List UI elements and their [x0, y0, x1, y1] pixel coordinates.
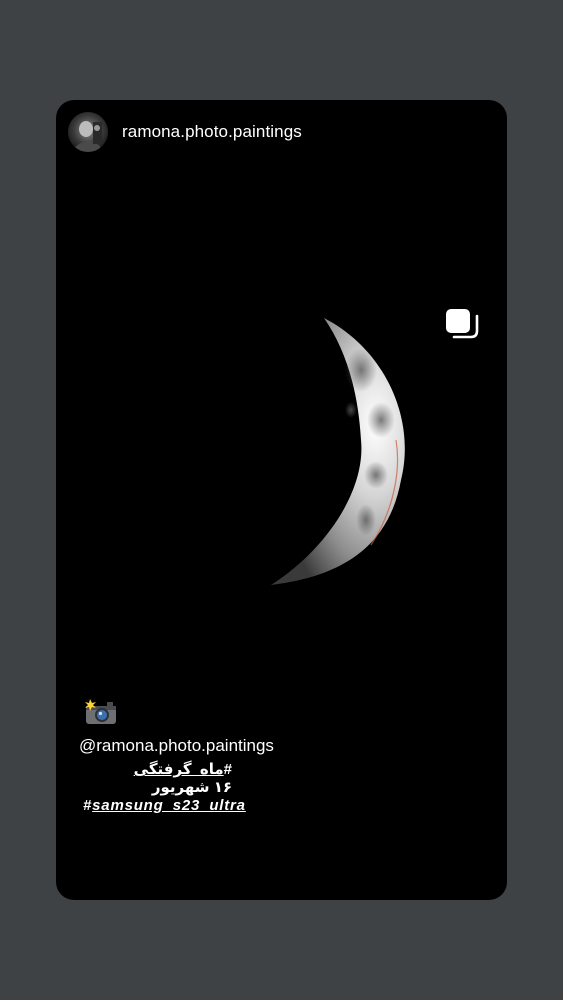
hashtag-fa-text: ماه_گرفتگی	[133, 761, 224, 778]
hashtag-symbol: #	[223, 761, 232, 778]
hashtag-fa-link[interactable]: #ماه_گرفتگی	[132, 760, 232, 778]
username[interactable]: ramona.photo.paintings	[122, 122, 302, 142]
moon-photo	[271, 318, 405, 585]
avatar-image	[68, 112, 108, 152]
hashtag-en-link[interactable]: #samsung_s23_ultra	[83, 797, 246, 814]
camera-with-flash-emoji	[85, 699, 116, 724]
multiple-images-icon[interactable]	[444, 307, 480, 343]
mention-link[interactable]: @ramona.photo.paintings	[79, 736, 274, 756]
date-text: ۱۶ شهریور	[151, 779, 232, 796]
post-header: ramona.photo.paintings	[68, 112, 302, 152]
hashtag-symbol: #	[83, 797, 93, 814]
hashtag-en-text: samsung_s23_ultra	[92, 797, 246, 814]
post-card: ramona.photo.paintings @ramona.photo.pai…	[56, 100, 507, 900]
avatar[interactable]	[68, 112, 108, 152]
